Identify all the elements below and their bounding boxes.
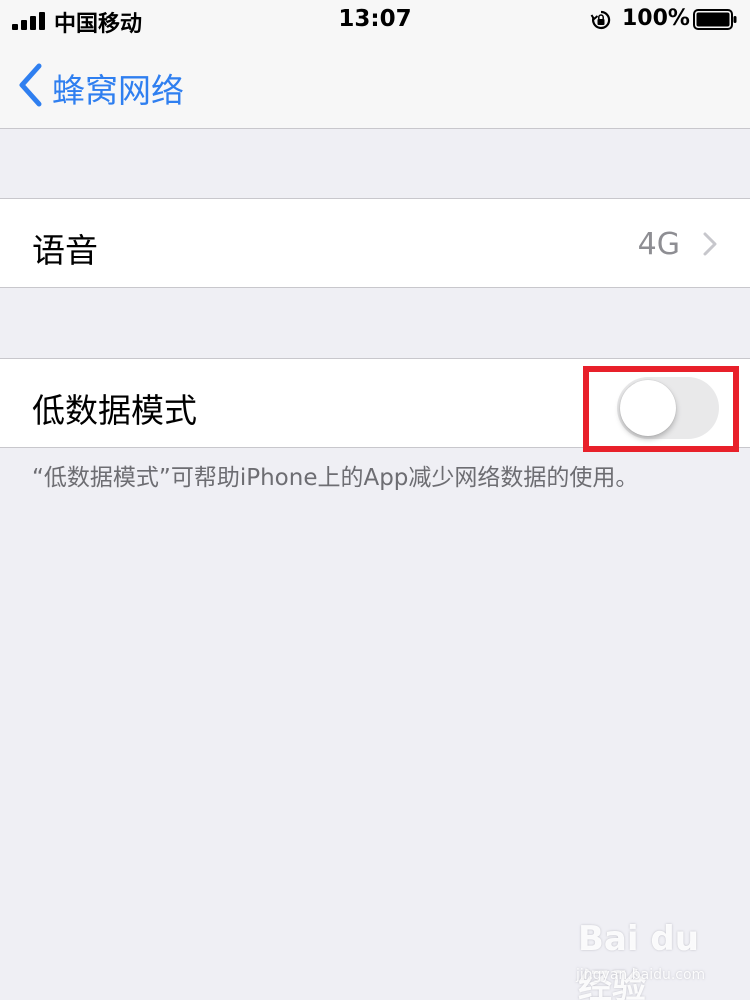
chevron-right-icon	[703, 232, 717, 256]
back-button[interactable]: 蜂窝网络	[52, 64, 184, 112]
voice-value: 4G	[637, 227, 680, 262]
watermark-logo: Bai du 经验 jingyan.baidu.com	[570, 915, 740, 1000]
battery-icon	[693, 9, 737, 30]
settings-screen: 中国移动 13:07 100% 蜂窝网络 语音 4G 低数据模式 “低数据模式”…	[0, 0, 750, 1000]
low-data-mode-description: “低数据模式”可帮助iPhone上的App减少网络数据的使用。	[32, 465, 639, 491]
low-data-mode-label: 低数据模式	[32, 391, 197, 430]
voice-row[interactable]: 语音 4G	[0, 198, 750, 288]
rotation-lock-icon	[590, 10, 611, 30]
navigation-bar: 蜂窝网络	[0, 40, 750, 129]
battery-percent: 100%	[622, 6, 690, 31]
voice-label: 语音	[32, 231, 98, 270]
status-bar: 中国移动 13:07 100%	[0, 0, 750, 40]
highlight-annotation	[583, 366, 739, 452]
chevron-left-icon[interactable]	[16, 62, 44, 108]
watermark-url: jingyan.baidu.com	[576, 967, 706, 983]
watermark-brand: Bai du 经验	[578, 919, 699, 1000]
